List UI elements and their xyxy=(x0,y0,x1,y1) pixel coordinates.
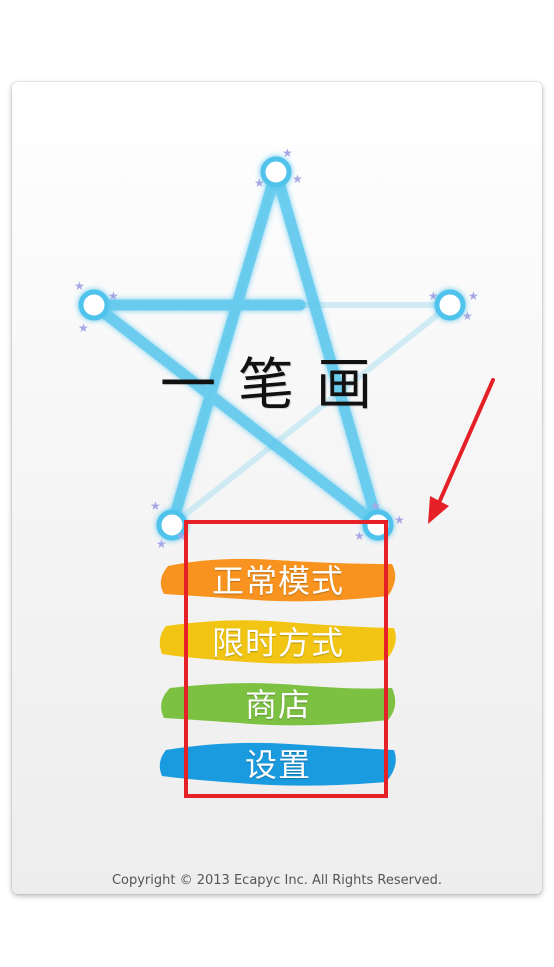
shop-button[interactable]: 商店 xyxy=(156,676,400,730)
svg-text:★: ★ xyxy=(78,321,89,335)
settings-label: 设置 xyxy=(244,746,311,784)
svg-text:★: ★ xyxy=(462,309,473,323)
svg-text:★: ★ xyxy=(370,499,381,513)
svg-text:★: ★ xyxy=(428,289,439,303)
normal-mode-label: 正常模式 xyxy=(211,562,344,600)
normal-mode-button[interactable]: 正常模式 xyxy=(156,552,400,606)
svg-text:★: ★ xyxy=(354,529,365,543)
app-screen: ★ ★ ★ ★ ★ ★ ★ ★ ★ ★ ★ ★ ★ ★ ★ 一笔画 正常模式 限时方式 商店 设置 xyxy=(0,0,554,967)
timed-mode-button[interactable]: 限时方式 xyxy=(156,614,400,668)
timed-mode-label: 限时方式 xyxy=(211,624,344,662)
svg-text:★: ★ xyxy=(108,289,119,303)
svg-text:★: ★ xyxy=(156,537,167,551)
svg-text:★: ★ xyxy=(176,529,187,543)
settings-button[interactable]: 设置 xyxy=(156,736,400,790)
svg-text:★: ★ xyxy=(74,279,85,293)
svg-text:★: ★ xyxy=(282,146,293,160)
shop-label: 商店 xyxy=(244,686,311,724)
game-title: 一笔画 xyxy=(160,353,394,418)
svg-text:★: ★ xyxy=(394,513,405,527)
svg-text:★: ★ xyxy=(292,172,303,186)
star-drawing: ★ ★ ★ ★ ★ ★ ★ ★ ★ ★ ★ ★ ★ ★ ★ xyxy=(74,146,479,551)
copyright-text: Copyright © 2013 Ecapyc Inc. All Rights … xyxy=(111,873,443,888)
svg-text:★: ★ xyxy=(150,499,161,513)
svg-text:★: ★ xyxy=(468,289,479,303)
svg-text:★: ★ xyxy=(254,176,265,190)
